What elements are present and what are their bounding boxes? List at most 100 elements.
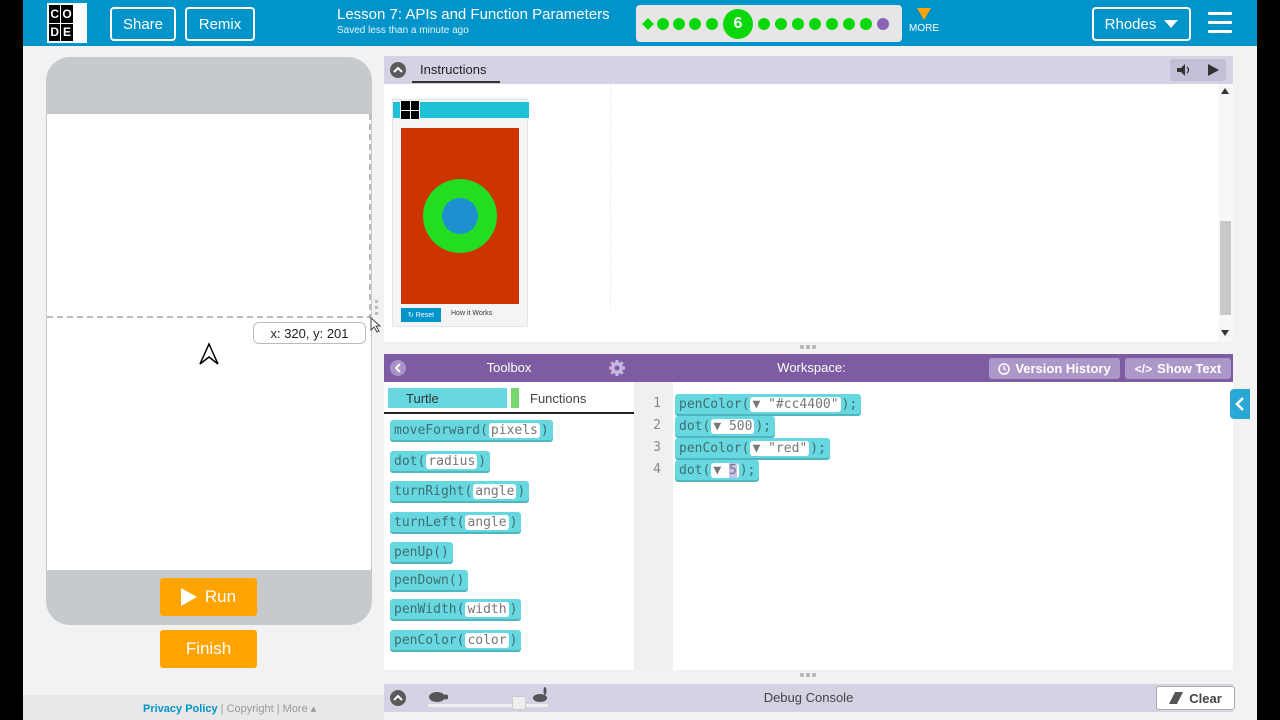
block-arg: angle xyxy=(473,483,517,499)
gear-icon[interactable] xyxy=(609,360,625,376)
assessment-dot[interactable] xyxy=(877,18,889,30)
scrollbar-thumb[interactable] xyxy=(1220,221,1231,315)
share-button[interactable]: Share xyxy=(110,7,176,41)
logo-spacer xyxy=(73,23,85,41)
hamburger-menu-icon[interactable] xyxy=(1208,12,1232,34)
dropdown-arrow-icon[interactable]: ▼ xyxy=(713,463,721,478)
instructions-header: Instructions xyxy=(384,56,1233,84)
dropdown-arrow-icon[interactable]: ▼ xyxy=(752,441,760,456)
version-history-button[interactable]: Version History xyxy=(989,358,1120,379)
play-icon xyxy=(180,588,197,606)
code-block[interactable]: penColor(▼ "#cc4400"); xyxy=(675,394,862,414)
current-level-bubble[interactable]: 6 xyxy=(723,9,753,39)
block-arg[interactable]: ▼ "#cc4400" xyxy=(750,396,841,412)
level-dot[interactable] xyxy=(860,18,872,30)
block-arg[interactable]: ▼ 500 xyxy=(711,418,755,434)
privacy-policy-link[interactable]: Privacy Policy xyxy=(143,703,218,715)
code-block[interactable]: dot(▼ 500); xyxy=(675,416,776,436)
vertical-resize-grip[interactable] xyxy=(800,673,818,679)
run-label: Run xyxy=(204,587,237,606)
toolbox-block-moveForward[interactable]: moveForward(pixels) xyxy=(390,420,553,440)
line-number: 4 xyxy=(653,462,661,477)
code-block[interactable]: penColor(▼ "red"); xyxy=(675,438,830,458)
toolbox-block-turnRight[interactable]: turnRight(angle) xyxy=(390,481,530,501)
more-link[interactable]: More ▴ xyxy=(283,703,317,715)
lesson-title[interactable]: Lesson 7: APIs and Function Parameters xyxy=(337,6,610,23)
code-block[interactable]: dot(▼ 5); xyxy=(675,460,760,480)
preview-how-label: How it Works xyxy=(451,310,493,317)
dropdown-arrow-icon[interactable]: ▼ xyxy=(713,419,721,434)
collapse-icon[interactable] xyxy=(390,62,406,78)
dropdown-arrow-icon[interactable]: ▼ xyxy=(752,397,760,412)
version-history-label: Version History xyxy=(1015,361,1111,376)
block-name: penWidth xyxy=(394,601,457,617)
user-menu-button[interactable]: Rhodes xyxy=(1092,7,1191,41)
arg-value: 5 xyxy=(728,462,737,478)
block-arg[interactable]: ▼ 5 xyxy=(711,462,739,478)
vertical-resize-grip[interactable] xyxy=(800,345,818,351)
block-name: penColor xyxy=(394,632,457,648)
functions-color-swatch xyxy=(511,388,519,408)
code-org-logo[interactable]: C O D E xyxy=(47,3,87,43)
speaker-icon[interactable] xyxy=(1177,64,1191,76)
more-levels[interactable]: MORE xyxy=(904,8,944,34)
toolbox-block-penWidth[interactable]: penWidth(width) xyxy=(390,599,522,619)
arg-value: 500 xyxy=(728,418,753,434)
run-button[interactable]: Run xyxy=(160,578,257,616)
level-dot[interactable] xyxy=(843,18,855,30)
debug-console-header: Debug Console xyxy=(384,684,1233,712)
remix-button[interactable]: Remix xyxy=(185,7,255,41)
level-dot[interactable] xyxy=(809,18,821,30)
clear-button[interactable]: Clear xyxy=(1156,686,1235,710)
tab-divider xyxy=(384,412,634,414)
copyright-link[interactable]: Copyright xyxy=(227,703,274,715)
audio-controls xyxy=(1170,59,1226,81)
code-icon: </> xyxy=(1134,361,1153,376)
level-progress-bar: 6 xyxy=(636,5,902,42)
category-tab-functions[interactable]: Functions xyxy=(530,391,586,406)
level-dot[interactable] xyxy=(657,18,669,30)
arg-value: "#cc4400" xyxy=(768,396,839,412)
side-panel-toggle[interactable] xyxy=(1230,389,1250,419)
toolbox-block-dot[interactable]: dot(radius) xyxy=(390,451,491,471)
workspace-title: Workspace: xyxy=(777,360,846,375)
line-number: 2 xyxy=(653,418,661,433)
reset-icon: ↻ xyxy=(407,312,414,319)
level-dot[interactable] xyxy=(689,18,701,30)
more-label: MORE xyxy=(909,23,939,34)
toolbox-block-penDown[interactable]: penDown() xyxy=(390,570,469,590)
level-dot[interactable] xyxy=(826,18,838,30)
block-arg[interactable]: ▼ "red" xyxy=(750,440,810,456)
resize-handle[interactable] xyxy=(375,300,379,320)
finish-button[interactable]: Finish xyxy=(160,630,257,668)
toolbox-block-penColor[interactable]: penColor(color) xyxy=(390,630,522,650)
level-dot[interactable] xyxy=(775,18,787,30)
block-arg: angle xyxy=(465,514,509,530)
chevron-left-icon xyxy=(1235,397,1244,411)
instructions-title[interactable]: Instructions xyxy=(420,62,486,77)
show-text-button[interactable]: </> Show Text xyxy=(1125,358,1231,379)
instructions-body: ↻ Reset How it Works xyxy=(384,84,1233,342)
coordinate-readout: x: 320, y: 201 xyxy=(253,322,366,344)
level-dot[interactable] xyxy=(673,18,685,30)
level-dot[interactable] xyxy=(792,18,804,30)
category-tab-turtle[interactable]: Turtle xyxy=(388,388,507,408)
level-dot[interactable] xyxy=(758,18,770,30)
logo-letter: D xyxy=(49,23,61,41)
scroll-down-icon[interactable] xyxy=(1221,330,1229,336)
level-dot[interactable] xyxy=(706,18,718,30)
block-name: penDown xyxy=(394,572,449,588)
block-name: moveForward xyxy=(394,422,481,438)
diamond-icon[interactable] xyxy=(642,18,654,30)
block-arg: pixels xyxy=(488,422,540,438)
scroll-up-icon[interactable] xyxy=(1221,88,1229,94)
line-number: 1 xyxy=(653,396,661,411)
play-audio-icon[interactable] xyxy=(1208,64,1219,76)
block-name: penColor xyxy=(679,396,742,412)
block-name: penColor xyxy=(679,440,742,456)
preview-reset-button: ↻ Reset xyxy=(401,308,441,322)
app-window: C O D E Share Remix Lesson 7: APIs and F… xyxy=(23,0,1257,720)
arg-value: "red" xyxy=(768,440,808,456)
toolbox-block-turnLeft[interactable]: turnLeft(angle) xyxy=(390,512,522,532)
toolbox-block-penUp[interactable]: penUp() xyxy=(390,542,453,562)
